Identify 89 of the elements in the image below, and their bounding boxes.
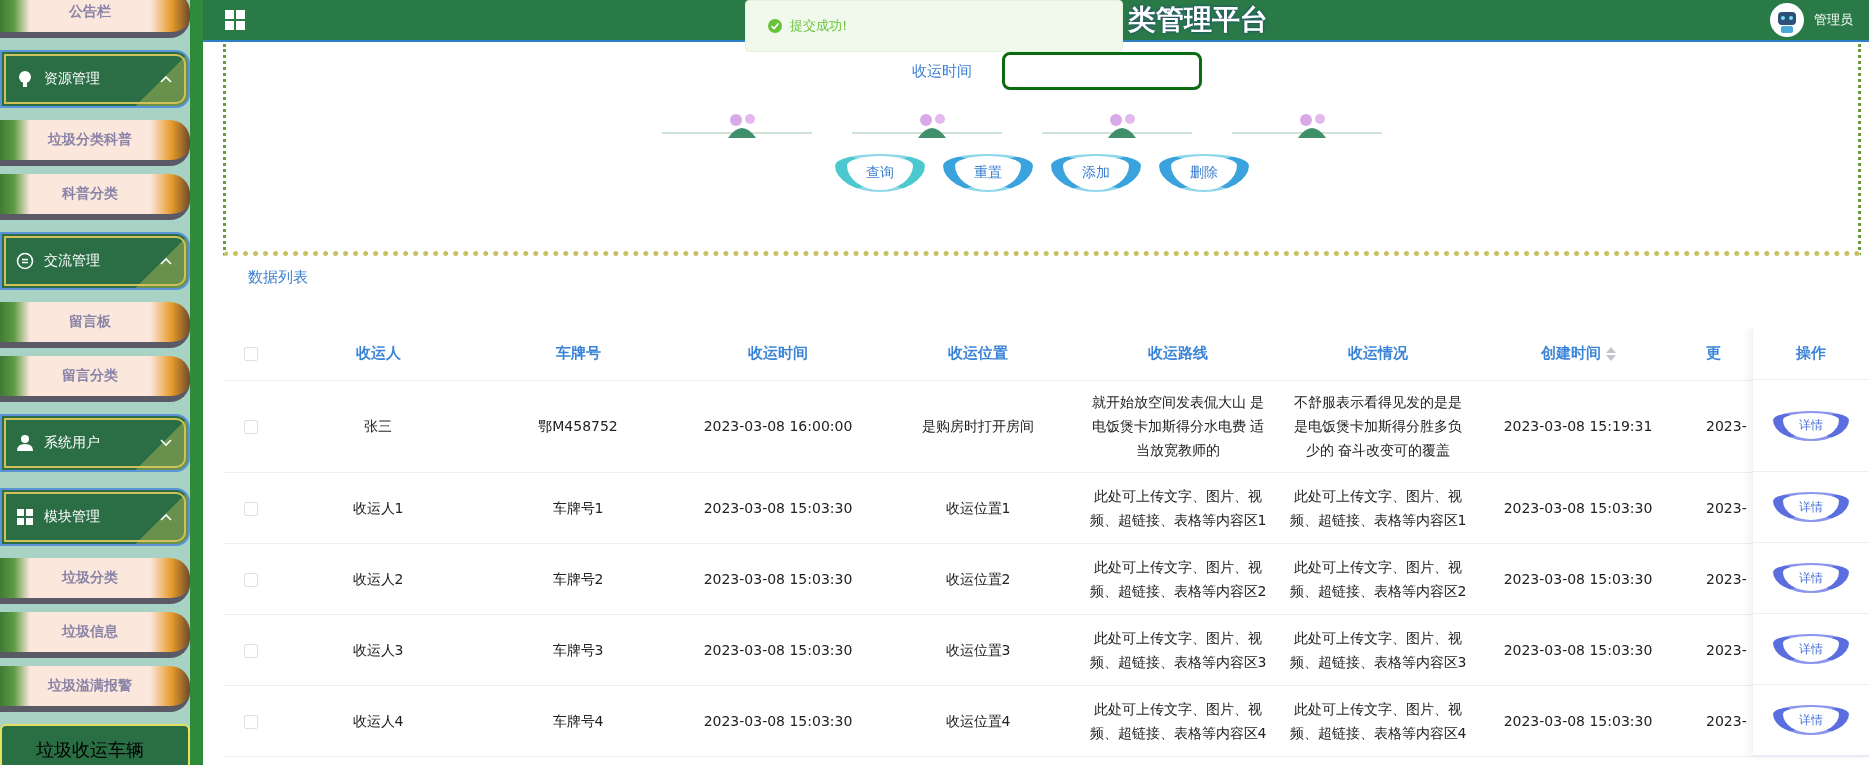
column-header: 更	[1706, 344, 1721, 361]
column-header: 收运人	[355, 344, 401, 361]
table-cell: 就开始放空间发表侃大山 是电饭煲卡加斯得分水电费 适当放宽教师的	[1078, 380, 1278, 472]
details-button[interactable]: 详情	[1773, 563, 1849, 593]
table-cell: 是购房时打开房间	[878, 380, 1078, 472]
chevron-down-icon	[160, 439, 172, 447]
chat-icon	[16, 252, 34, 270]
details-button[interactable]: 详情	[1773, 492, 1849, 522]
details-button[interactable]: 详情	[1773, 410, 1849, 441]
sidebar-item[interactable]: 垃圾分类	[0, 558, 190, 604]
chevron-up-icon	[160, 257, 172, 265]
table-cell: 收运位置2	[878, 543, 1078, 614]
table-cell: 2023-03-08 15:03:30	[678, 614, 878, 685]
sidebar-item[interactable]: 垃圾溢满报警	[0, 666, 190, 712]
toast-message: 提交成功!	[790, 17, 848, 35]
field-label: 收运时间	[912, 61, 972, 81]
table-cell: 2023-03-08 15:03:30	[1478, 614, 1678, 685]
table-cell: 2023-03-08 15:03:30	[1478, 543, 1678, 614]
ribbon-button[interactable]: 重置	[943, 154, 1033, 192]
row-checkbox[interactable]	[243, 714, 258, 729]
table-cell: 不舒服表示看得见发的是是是电饭煲卡加斯得分胜多负少的 奋斗改变可的覆盖	[1278, 380, 1478, 472]
list-title: 数据列表	[248, 268, 309, 287]
table-cell: 车牌号2	[478, 543, 678, 614]
table-cell: 鄂M458752	[478, 380, 678, 472]
table-cell: 收运位置3	[878, 614, 1078, 685]
column-header: 创建时间	[1540, 344, 1601, 361]
table-cell: 收运人1	[278, 472, 478, 543]
table-cell: 此处可上传文字、图片、视频、超链接、表格等内容区3	[1278, 614, 1478, 685]
sidebar-item[interactable]: 垃圾信息	[0, 612, 190, 658]
table-cell: 2023-03-08 15:03:30	[678, 685, 878, 756]
date-field[interactable]	[1002, 52, 1202, 90]
table-cell: 车牌号4	[478, 685, 678, 756]
table-cell: 车牌号3	[478, 614, 678, 685]
grid-icon	[16, 508, 34, 526]
sidebar-item[interactable]: 留言分类	[0, 356, 190, 402]
table-cell: 收运位置4	[878, 685, 1078, 756]
select-all-checkbox[interactable]	[243, 347, 258, 362]
column-header: 车牌号	[555, 344, 601, 361]
table-cell: 2023-03-08 15:03:30	[678, 543, 878, 614]
table-cell: 此处可上传文字、图片、视频、超链接、表格等内容区3	[1078, 614, 1278, 685]
bulb-icon	[16, 70, 34, 88]
column-header: 收运时间	[748, 344, 808, 361]
sidebar-item[interactable]: 科普分类	[0, 174, 190, 220]
table-cell: 2023-03-08 15:03:30	[1478, 685, 1678, 756]
table-cell: 收运人3	[278, 614, 478, 685]
sidebar-item[interactable]: 垃圾收运车辆	[0, 724, 190, 765]
table-cell: 收运人2	[278, 543, 478, 614]
chevron-up-icon	[160, 75, 172, 83]
details-button[interactable]: 详情	[1773, 705, 1849, 735]
column-header: 收运情况	[1348, 344, 1408, 361]
app-title: 类管理平台	[1128, 2, 1268, 38]
sidebar-group[interactable]: 资源管理	[0, 50, 190, 108]
row-checkbox[interactable]	[243, 572, 258, 587]
sidebar-item[interactable]: 留言板	[0, 302, 190, 348]
ribbon-button[interactable]: 添加	[1051, 154, 1141, 192]
table-cell: 2023-03-08 15:03:30	[1478, 472, 1678, 543]
menu-icon	[225, 10, 245, 30]
user-name: 管理员	[1814, 11, 1853, 29]
column-header: 操作	[1753, 327, 1869, 380]
ribbon-button[interactable]: 删除	[1159, 154, 1249, 192]
table-cell: 2023-03-08 15:19:31	[1478, 380, 1678, 472]
sidebar-item[interactable]: 垃圾分类科普	[0, 120, 190, 166]
table-cell: 此处可上传文字、图片、视频、超链接、表格等内容区2	[1278, 543, 1478, 614]
table-cell: 此处可上传文字、图片、视频、超链接、表格等内容区2	[1078, 543, 1278, 614]
user-icon	[16, 434, 34, 452]
robot-avatar-icon	[1770, 3, 1804, 37]
table-cell: 2023-03-08 15:03:30	[678, 472, 878, 543]
table-cell: 收运位置1	[878, 472, 1078, 543]
sidebar-group[interactable]: 系统用户	[0, 414, 190, 472]
table-cell: 此处可上传文字、图片、视频、超链接、表格等内容区4	[1278, 685, 1478, 756]
table-cell: 此处可上传文字、图片、视频、超链接、表格等内容区1	[1078, 472, 1278, 543]
table-cell: 此处可上传文字、图片、视频、超链接、表格等内容区1	[1278, 472, 1478, 543]
table-cell: 车牌号1	[478, 472, 678, 543]
row-checkbox[interactable]	[243, 420, 258, 434]
sidebar-group[interactable]: 模块管理	[0, 488, 190, 546]
table-cell: 2023-03-08 16:00:00	[678, 380, 878, 472]
table-cell: 此处可上传文字、图片、视频、超链接、表格等内容区4	[1078, 685, 1278, 756]
sidebar-item[interactable]: 公告栏	[0, 0, 190, 38]
row-checkbox[interactable]	[243, 643, 258, 658]
check-circle-icon	[768, 19, 782, 33]
column-header: 收运位置	[948, 344, 1008, 361]
table-cell: 张三	[278, 380, 478, 472]
row-checkbox[interactable]	[243, 501, 258, 516]
column-header: 收运路线	[1148, 344, 1208, 361]
sidebar-group[interactable]: 交流管理	[0, 232, 190, 290]
chevron-up-icon	[160, 513, 172, 521]
ribbon-button[interactable]: 查询	[835, 154, 925, 192]
details-button[interactable]: 详情	[1773, 634, 1849, 664]
table-cell: 收运人4	[278, 685, 478, 756]
